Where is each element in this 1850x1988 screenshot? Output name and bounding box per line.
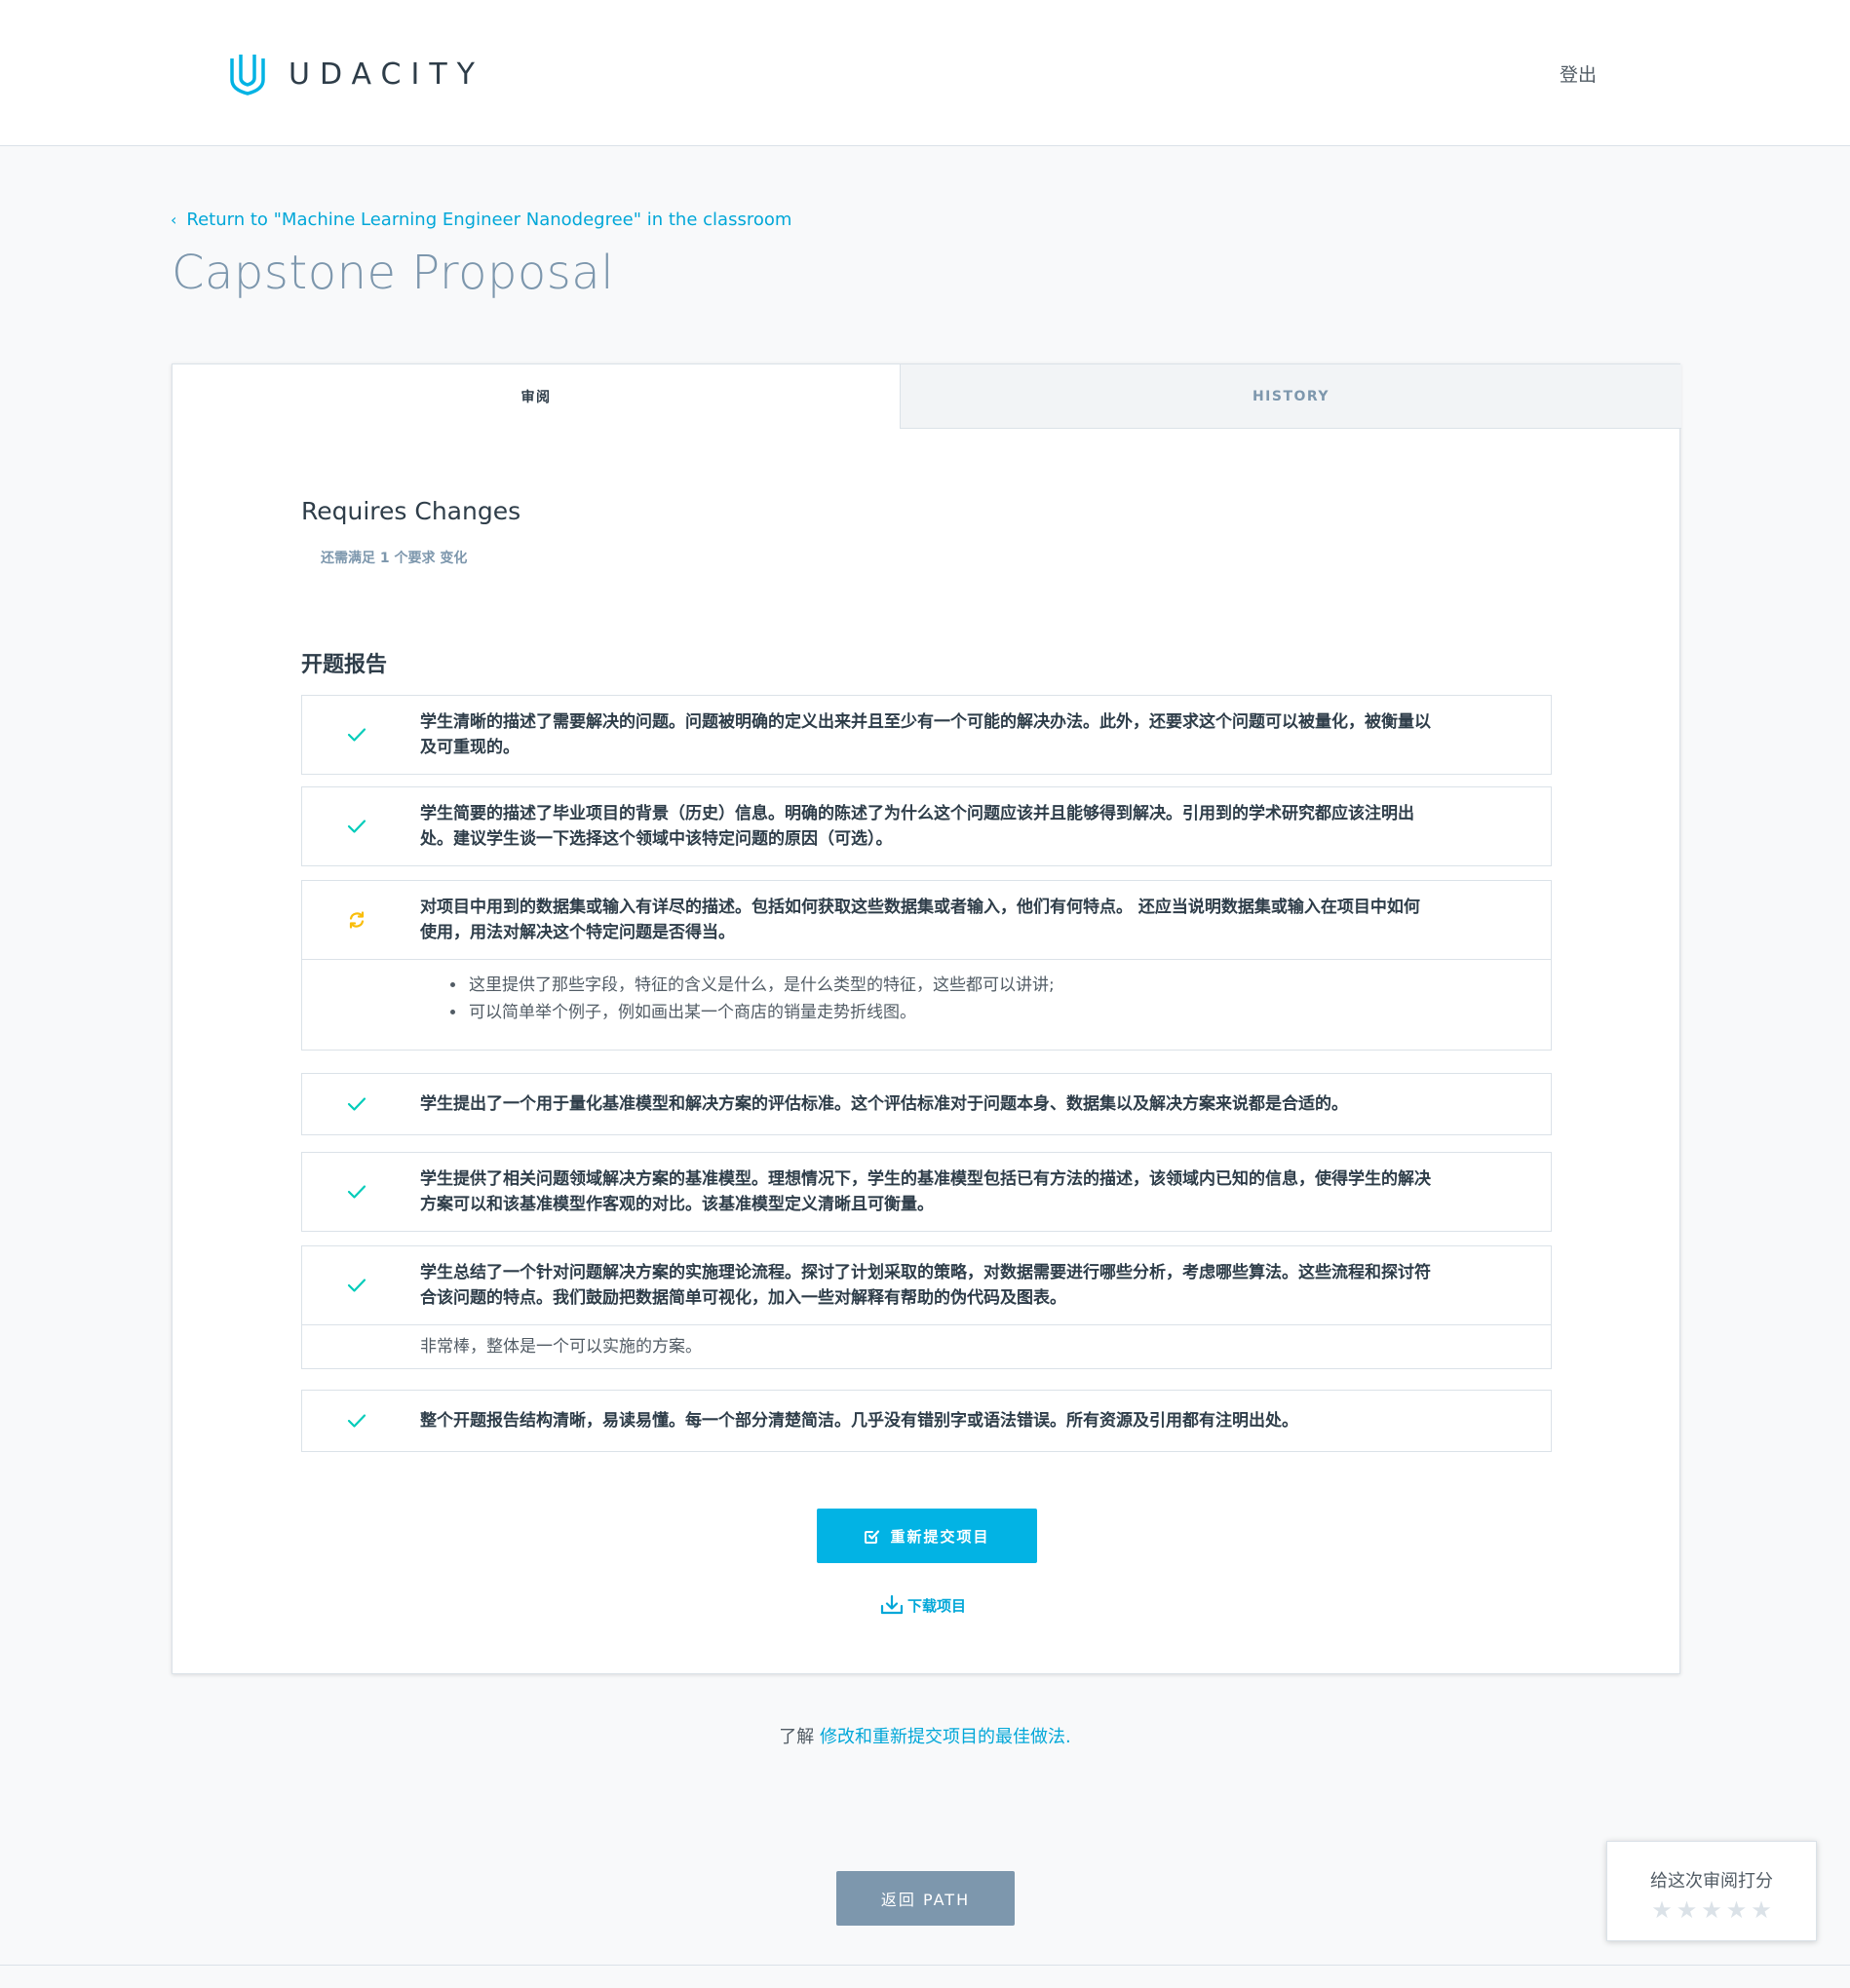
reviewer-comments: 这里提供了那些字段，特征的含义是什么，是什么类型的特征，这些都可以讲讲; 可以简… (302, 959, 1551, 1050)
rate-review-widget: 给这次审阅打分 ★ ★ ★ ★ ★ (1606, 1841, 1817, 1941)
star-rating: ★ ★ ★ ★ ★ (1607, 1898, 1816, 1922)
star-icon[interactable]: ★ (1677, 1898, 1698, 1922)
page-title: Capstone Proposal (172, 246, 615, 300)
criterion-text: 学生清晰的描述了需要解决的问题。问题被明确的定义出来并且至少有一个可能的解决办法… (420, 712, 1431, 757)
rate-review-title: 给这次审阅打分 (1650, 1871, 1773, 1892)
best-practices-link[interactable]: 修改和重新提交项目的最佳做法. (820, 1727, 1071, 1747)
check-icon (345, 1274, 368, 1297)
criterion-item: 学生清晰的描述了需要解决的问题。问题被明确的定义出来并且至少有一个可能的解决办法… (301, 695, 1552, 775)
criterion-item: 学生提出了一个用于量化基准模型和解决方案的评估标准。这个评估标准对于问题本身、数… (301, 1073, 1552, 1135)
criterion-item: 整个开题报告结构清晰，易读易懂。每一个部分清楚简洁。几乎没有错别字或语法错误。所… (301, 1390, 1552, 1452)
check-icon (345, 1180, 368, 1204)
check-icon (345, 1092, 368, 1116)
tab-review[interactable]: 审阅 (173, 364, 900, 429)
reviewer-note: 非常棒，整体是一个可以实施的方案。 (302, 1324, 1551, 1368)
tab-bar: 审阅 HISTORY (173, 364, 1681, 429)
criterion-text: 整个开题报告结构清晰，易读易懂。每一个部分清楚简洁。几乎没有错别字或语法错误。所… (420, 1411, 1298, 1431)
star-icon[interactable]: ★ (1701, 1898, 1722, 1922)
udacity-logo[interactable]: UDACITY (228, 53, 484, 96)
criterion-item-requires-changes: 对项目中用到的数据集或输入有详尽的描述。包括如何获取这些数据集或者输入，他们有何… (301, 880, 1552, 1051)
check-icon (345, 815, 368, 838)
criterion-text: 对项目中用到的数据集或输入有详尽的描述。包括如何获取这些数据集或者输入，他们有何… (420, 898, 1420, 942)
criterion-text: 学生总结了一个针对问题解决方案的实施理论流程。探讨了计划采取的策略，对数据需要进… (420, 1263, 1431, 1308)
check-icon (345, 1409, 368, 1433)
back-link-label: Return to "Machine Learning Engineer Nan… (186, 210, 792, 230)
comment-list-item: 可以简单举个例子，例如画出某一个商店的销量走势折线图。 (467, 999, 1512, 1026)
udacity-logo-icon (230, 55, 265, 96)
footer-divider (0, 1965, 1850, 1966)
logout-link[interactable]: 登出 (1560, 60, 1597, 87)
criterion-item: 学生提供了相关问题领域解决方案的基准模型。理想情况下，学生的基准模型包括已有方法… (301, 1152, 1552, 1232)
learn-prefix: 了解 (779, 1727, 820, 1747)
resubmit-project-button[interactable]: 重新提交项目 (817, 1509, 1037, 1563)
download-icon (880, 1594, 904, 1615)
star-icon[interactable]: ★ (1726, 1898, 1748, 1922)
top-navbar: UDACITY 登出 (0, 0, 1850, 146)
star-icon[interactable]: ★ (1651, 1898, 1673, 1922)
refresh-icon (345, 908, 368, 932)
criterion-item: 学生简要的描述了毕业项目的背景（历史）信息。明确的陈述了为什么这个问题应该并且能… (301, 786, 1552, 866)
logo-text: UDACITY (289, 57, 484, 92)
download-label: 下载项目 (907, 1596, 967, 1615)
section-title: 开题报告 (301, 653, 388, 677)
criterion-text: 学生提出了一个用于量化基准模型和解决方案的评估标准。这个评估标准对于问题本身、数… (420, 1094, 1348, 1114)
tab-history[interactable]: HISTORY (900, 364, 1681, 429)
comment-list-item: 这里提供了那些字段，特征的含义是什么，是什么类型的特征，这些都可以讲讲; (467, 972, 1512, 999)
review-status: Requires Changes (301, 497, 521, 525)
best-practices-note: 了解 修改和重新提交项目的最佳做法. (0, 1723, 1850, 1748)
check-icon (345, 723, 368, 746)
review-card: 审阅 HISTORY Requires Changes 还需满足 1 个要求 变… (172, 363, 1681, 1674)
criterion-text: 学生提供了相关问题领域解决方案的基准模型。理想情况下，学生的基准模型包括已有方法… (420, 1169, 1431, 1214)
review-status-summary: 还需满足 1 个要求 变化 (321, 551, 468, 566)
checkbox-icon (865, 1529, 880, 1544)
resubmit-label: 重新提交项目 (890, 1527, 990, 1546)
criterion-text: 学生简要的描述了毕业项目的背景（历史）信息。明确的陈述了为什么这个问题应该并且能… (420, 804, 1414, 849)
back-to-path-button[interactable]: 返回 PATH (836, 1871, 1015, 1926)
criterion-item: 学生总结了一个针对问题解决方案的实施理论流程。探讨了计划采取的策略，对数据需要进… (301, 1245, 1552, 1369)
download-project-link[interactable]: 下载项目 (880, 1594, 966, 1616)
chevron-left-icon: ‹ (171, 210, 177, 229)
star-icon[interactable]: ★ (1751, 1898, 1772, 1922)
back-to-classroom-link[interactable]: ‹ Return to "Machine Learning Engineer N… (171, 210, 791, 230)
